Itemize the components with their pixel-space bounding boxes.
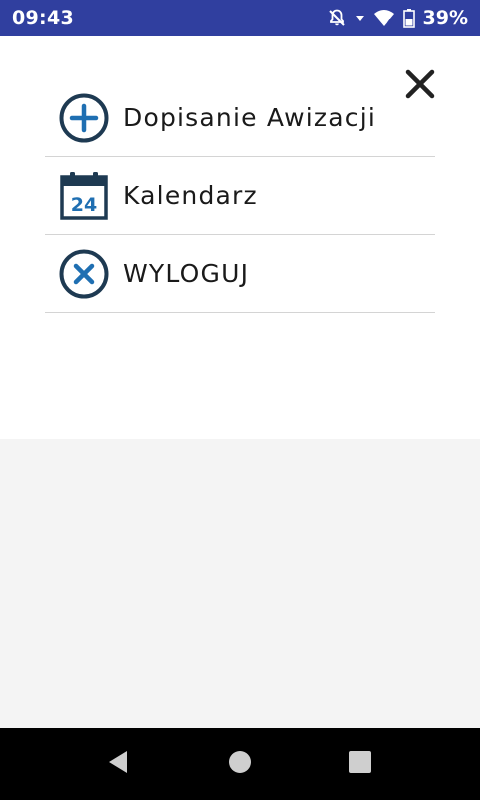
menu-panel: Dopisanie Awizacji 24 Kalendarz WYLOGUJ (0, 36, 480, 439)
recents-icon (348, 750, 372, 778)
screen: 09:43 4 39% Dopisanie Awizacji 24 Kalend… (0, 0, 480, 800)
wifi-icon: 4 (373, 8, 395, 28)
status-time: 09:43 (12, 7, 74, 29)
battery-percent: 39% (422, 7, 468, 29)
menu-item-label: WYLOGUJ (123, 259, 250, 288)
calendar-day-number: 24 (71, 194, 97, 216)
menu-item-add-notification[interactable]: Dopisanie Awizacji (45, 79, 435, 157)
bell-off-icon (327, 8, 347, 28)
home-icon (228, 750, 252, 778)
menu-item-label: Dopisanie Awizacji (123, 103, 376, 132)
status-bar: 09:43 4 39% (0, 0, 480, 36)
menu-item-logout[interactable]: WYLOGUJ (45, 235, 435, 313)
home-button[interactable] (222, 746, 258, 782)
battery-icon (402, 8, 415, 28)
menu-list: Dopisanie Awizacji 24 Kalendarz WYLOGUJ (45, 79, 435, 313)
menu-item-label: Kalendarz (123, 181, 258, 210)
menu-item-calendar[interactable]: 24 Kalendarz (45, 157, 435, 235)
status-icons: 4 39% (327, 7, 468, 29)
plus-circle-icon (58, 92, 110, 144)
svg-text:4: 4 (387, 18, 392, 26)
back-icon (106, 749, 130, 779)
calendar-icon: 24 (58, 170, 110, 222)
back-button[interactable] (100, 746, 136, 782)
recents-button[interactable] (342, 746, 378, 782)
x-circle-icon (58, 248, 110, 300)
signal-arrow-icon (355, 8, 365, 28)
navigation-bar (0, 728, 480, 800)
